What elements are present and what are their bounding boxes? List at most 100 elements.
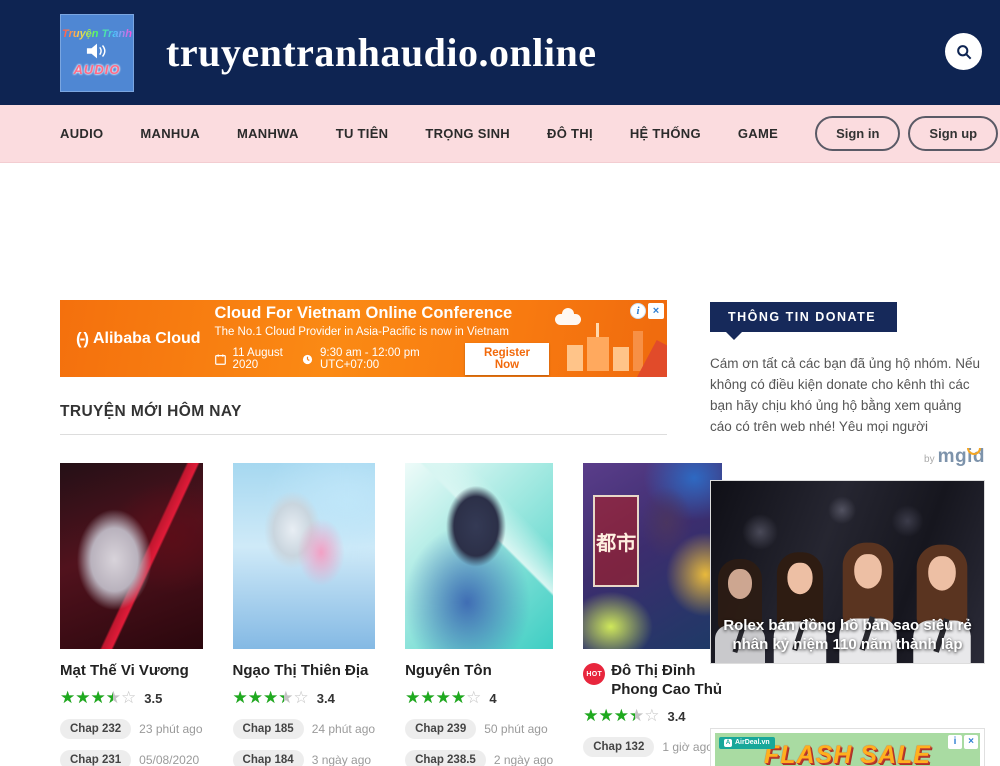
comic-card: Ngạo Thị Thiên Địa ★★★★★★★★☆★ 3.4 Chap 1…: [233, 463, 376, 766]
alibaba-logo-icon: (-): [76, 329, 87, 349]
sidebar: THÔNG TIN DONATE Cám ơn tất cả các bạn đ…: [710, 302, 985, 766]
site-title[interactable]: truyentranhaudio.online: [166, 29, 596, 76]
comic-cover-image[interactable]: [405, 463, 553, 649]
site-header: Truyện Tranh AUDIO truyentranhaudio.onli…: [0, 0, 1000, 105]
ad-text-block: Cloud For Vietnam Online Conference The …: [215, 302, 549, 375]
rating-row: ★★★★★★★★☆★ 3.4: [233, 689, 376, 708]
rating-row: ★★★★★★★★☆★ 3.5: [60, 689, 203, 708]
star-rating-icons: ★★★★★★★★☆★: [583, 707, 659, 726]
nav-item-manhwa[interactable]: MANHWA: [237, 126, 299, 141]
comic-card-grid: Mạt Thế Vi Vương ★★★★★★★★☆★ 3.5 Chap 232…: [60, 463, 667, 766]
chapter-time: 50 phút ago: [484, 722, 547, 736]
rating-value: 3.4: [317, 691, 335, 706]
chapter-badge[interactable]: Chap 232: [60, 719, 131, 739]
content-column: (-) Alibaba Cloud Cloud For Vietnam Onli…: [60, 300, 667, 766]
cloud-graphic: [555, 314, 581, 325]
hot-badge: HOT: [583, 663, 605, 685]
rating-value: 3.4: [667, 709, 685, 724]
nav-item-tu-tien[interactable]: TU TIÊN: [336, 126, 389, 141]
site-logo[interactable]: Truyện Tranh AUDIO: [60, 14, 134, 92]
search-icon: [954, 42, 974, 62]
speaker-icon: [86, 42, 108, 60]
chapter-badge[interactable]: Chap 132: [583, 737, 654, 757]
mgid-logo: mgid: [938, 446, 985, 467]
alibaba-brand: (-) Alibaba Cloud: [60, 329, 215, 349]
nav-item-trong-sinh[interactable]: TRỌNG SINH: [425, 126, 510, 141]
ad-date: 11 August 2020: [233, 347, 295, 371]
comic-cover-image[interactable]: [233, 463, 376, 649]
rating-row: ★★★★★★★★☆★ 4: [405, 689, 553, 708]
section-header: TRUYỆN MỚI HÔM NAY: [60, 403, 667, 435]
chapter-row: Chap 132 1 giờ ago: [583, 737, 722, 757]
chapter-row: Chap 239 50 phút ago: [405, 719, 553, 739]
rating-row: ★★★★★★★★☆★ 3.4: [583, 707, 722, 726]
mgid-attribution[interactable]: bymgid: [710, 446, 985, 468]
nav-item-do-thi[interactable]: ĐÔ THỊ: [547, 126, 593, 141]
flash-brand-icon: A: [724, 739, 732, 747]
ad-close-icon[interactable]: ×: [648, 303, 664, 319]
flash-ad-controls: i ×: [948, 735, 978, 749]
star-rating-icons: ★★★★★★★★☆★: [233, 689, 309, 708]
rating-value: 3.5: [144, 691, 162, 706]
sign-up-button[interactable]: Sign up: [908, 116, 998, 151]
chapter-time: 05/08/2020: [139, 753, 199, 766]
comic-title-link[interactable]: Ngạo Thị Thiên Địa: [233, 662, 369, 681]
chapter-time: 1 giờ ago: [662, 740, 713, 754]
chapter-badge[interactable]: Chap 184: [233, 750, 304, 766]
comic-card: Mạt Thế Vi Vương ★★★★★★★★☆★ 3.5 Chap 232…: [60, 463, 203, 766]
ad-meta-row: 11 August 2020 9:30 am - 12:00 pm UTC+07…: [215, 343, 549, 375]
ad-time: 9:30 am - 12:00 pm UTC+07:00: [320, 347, 448, 371]
calendar-icon: [215, 354, 226, 365]
flash-ad-info-icon[interactable]: i: [948, 735, 962, 749]
comic-title-link[interactable]: Đô Thị Đỉnh Phong Cao Thủ: [611, 662, 722, 700]
logo-text-audio: AUDIO: [74, 62, 121, 77]
chapter-row: Chap 185 24 phút ago: [233, 719, 376, 739]
flash-ad-close-icon[interactable]: ×: [964, 735, 978, 749]
star-rating-icons: ★★★★★★★★☆★: [60, 689, 136, 708]
flash-ad-brand: A AirDeal.vn: [719, 737, 775, 749]
chapter-badge[interactable]: Chap 185: [233, 719, 304, 739]
chapter-badge[interactable]: Chap 238.5: [405, 750, 486, 766]
comic-title-link[interactable]: Mạt Thế Vi Vương: [60, 662, 189, 681]
main-content: (-) Alibaba Cloud Cloud For Vietnam Onli…: [0, 163, 1000, 766]
chapter-row: Chap 184 3 ngày ago: [233, 750, 376, 766]
ad-info-icon[interactable]: i: [630, 303, 646, 319]
nav-item-game[interactable]: GAME: [738, 126, 778, 141]
main-nav: AUDIO MANHUA MANHWA TU TIÊN TRỌNG SINH Đ…: [0, 105, 1000, 163]
search-button[interactable]: [945, 33, 982, 70]
chapter-time: 3 ngày ago: [312, 753, 371, 766]
donate-text: Cám ơn tất cả các bạn đã ủng hộ nhóm. Nế…: [710, 354, 985, 438]
chapter-row: Chap 238.5 2 ngày ago: [405, 750, 553, 766]
comic-title-link[interactable]: Nguyên Tôn: [405, 662, 492, 681]
section-title: TRUYỆN MỚI HÔM NAY: [60, 403, 242, 420]
nav-item-he-thong[interactable]: HỆ THỐNG: [630, 126, 701, 141]
donate-section-title: THÔNG TIN DONATE: [710, 302, 897, 332]
chapter-badge[interactable]: Chap 231: [60, 750, 131, 766]
auth-buttons: Sign in Sign up: [815, 116, 998, 151]
alibaba-ad-banner[interactable]: (-) Alibaba Cloud Cloud For Vietnam Onli…: [60, 300, 667, 377]
nav-item-audio[interactable]: AUDIO: [60, 126, 103, 141]
native-ad-caption: Rolex bán đồng hồ bản sao siêu rẻ nhân k…: [711, 616, 984, 655]
chapter-time: 23 phút ago: [139, 722, 202, 736]
comic-card: 都市 HOT Đô Thị Đỉnh Phong Cao Thủ ★★★★★★★…: [583, 463, 722, 766]
chapter-row: Chap 231 05/08/2020: [60, 750, 203, 766]
ad-title: Cloud For Vietnam Online Conference: [215, 304, 549, 323]
rolex-native-ad[interactable]: Rolex bán đồng hồ bản sao siêu rẻ nhân k…: [710, 480, 985, 664]
chapter-badge[interactable]: Chap 239: [405, 719, 476, 739]
comic-cover-image[interactable]: [60, 463, 203, 649]
register-now-button[interactable]: Register Now: [465, 343, 549, 375]
chapter-row: Chap 232 23 phút ago: [60, 719, 203, 739]
logo-text-top: Truyện Tranh: [62, 28, 132, 40]
mgid-by-label: by: [924, 454, 935, 465]
nav-item-manhua[interactable]: MANHUA: [140, 126, 200, 141]
ad-subtitle: The No.1 Cloud Provider in Asia-Pacific …: [215, 326, 549, 338]
alibaba-brand-name: Alibaba Cloud: [93, 330, 201, 348]
flash-sale-ad[interactable]: A AirDeal.vn i × FLASH SALE XEM NGAY: [710, 728, 985, 766]
chapter-time: 2 ngày ago: [494, 753, 553, 766]
comic-cover-image[interactable]: 都市: [583, 463, 722, 649]
ad-controls: i ×: [630, 303, 664, 319]
sign-in-button[interactable]: Sign in: [815, 116, 900, 151]
chapter-time: 24 phút ago: [312, 722, 375, 736]
star-rating-icons: ★★★★★★★★☆★: [405, 689, 481, 708]
clock-icon: [302, 354, 313, 365]
